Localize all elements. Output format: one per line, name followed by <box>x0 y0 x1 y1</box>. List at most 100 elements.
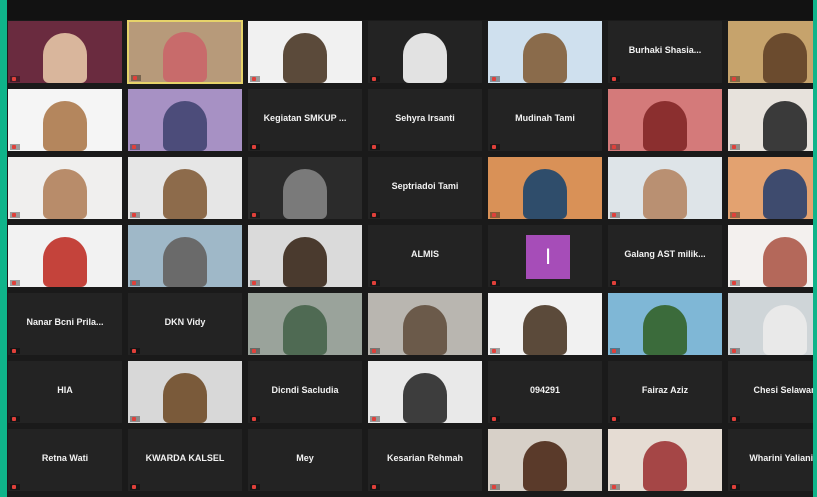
participant-label <box>370 348 380 354</box>
participant-name: KWARDA KALSEL <box>145 453 225 463</box>
mic-muted-icon <box>12 76 16 81</box>
participant-tile[interactable] <box>7 20 123 84</box>
participant-video <box>608 293 722 355</box>
participant-label <box>610 280 620 286</box>
participant-label <box>370 144 380 150</box>
participant-label <box>610 76 620 82</box>
participant-tile[interactable]: Fairaz Aziz <box>607 360 723 424</box>
mic-muted-icon <box>732 484 736 489</box>
participant-tile[interactable]: Kesarian Rehmah <box>367 428 483 492</box>
participant-label <box>250 280 260 286</box>
participant-tile[interactable]: Chesi Selawan <box>727 360 813 424</box>
participant-tile[interactable] <box>607 156 723 220</box>
mic-muted-icon <box>492 416 496 421</box>
participant-video <box>488 157 602 219</box>
participant-tile[interactable] <box>367 20 483 84</box>
participant-tile[interactable] <box>607 88 723 152</box>
participant-tile[interactable]: ALMIS <box>367 224 483 288</box>
participant-label <box>370 76 380 82</box>
mic-muted-icon <box>372 416 376 421</box>
participant-tile[interactable] <box>727 20 813 84</box>
participant-tile[interactable] <box>247 20 363 84</box>
person-silhouette <box>523 441 567 491</box>
mic-muted-icon <box>492 348 496 353</box>
participant-tile[interactable] <box>7 156 123 220</box>
mic-muted-icon <box>12 212 16 217</box>
person-silhouette <box>283 33 327 83</box>
mic-muted-icon <box>492 484 496 489</box>
participant-tile[interactable] <box>367 292 483 356</box>
person-silhouette <box>403 305 447 355</box>
participant-tile[interactable] <box>487 20 603 84</box>
mic-muted-icon <box>132 416 136 421</box>
participant-label <box>490 144 500 150</box>
participant-tile[interactable] <box>727 224 813 288</box>
participant-tile[interactable]: Retna Wati <box>7 428 123 492</box>
participant-tile[interactable] <box>487 156 603 220</box>
mic-muted-icon <box>612 76 616 81</box>
participant-tile[interactable] <box>7 224 123 288</box>
participant-tile[interactable] <box>127 88 243 152</box>
participant-tile[interactable] <box>247 224 363 288</box>
participant-tile[interactable]: KWARDA KALSEL <box>127 428 243 492</box>
participant-video <box>488 21 602 83</box>
participant-tile[interactable] <box>727 156 813 220</box>
person-silhouette <box>163 169 207 219</box>
participant-video <box>368 361 482 423</box>
participant-tile[interactable]: Galang AST milik... <box>607 224 723 288</box>
participant-tile[interactable]: I <box>487 224 603 288</box>
participant-tile[interactable]: Kegiatan SMKUP ... <box>247 88 363 152</box>
participant-label <box>730 416 740 422</box>
person-silhouette <box>163 373 207 423</box>
meeting-window: Burhaki Shasia... Kegiatan SMKUP ... Sehyr… <box>7 0 813 497</box>
mic-muted-icon <box>252 348 256 353</box>
participant-name: Kesarian Rehmah <box>386 453 464 463</box>
participant-label <box>490 212 500 218</box>
participant-tile[interactable]: Wharini Yaliani... <box>727 428 813 492</box>
participant-tile[interactable]: DKN Vidy <box>127 292 243 356</box>
participant-video <box>608 429 722 491</box>
participant-tile[interactable] <box>127 360 243 424</box>
participant-tile[interactable] <box>247 156 363 220</box>
mic-muted-icon <box>132 484 136 489</box>
participant-tile[interactable] <box>487 428 603 492</box>
participant-tile[interactable]: Burhaki Shasia... <box>607 20 723 84</box>
participant-name: Sehyra Irsanti <box>395 113 455 123</box>
mic-muted-icon <box>372 144 376 149</box>
mic-muted-icon <box>492 144 496 149</box>
participant-tile[interactable]: Mudinah Tami <box>487 88 603 152</box>
participant-tile[interactable]: Mey <box>247 428 363 492</box>
participant-tile[interactable] <box>727 88 813 152</box>
mic-muted-icon <box>252 280 256 285</box>
mic-muted-icon <box>372 348 376 353</box>
participant-label <box>10 416 20 422</box>
participant-video <box>728 89 813 151</box>
participant-video <box>128 225 242 287</box>
participant-tile[interactable]: Nanar Bcni Prila... <box>7 292 123 356</box>
participant-tile[interactable] <box>607 292 723 356</box>
participant-video <box>488 293 602 355</box>
participant-tile[interactable]: HIA <box>7 360 123 424</box>
participant-tile[interactable] <box>7 88 123 152</box>
participant-tile[interactable] <box>247 292 363 356</box>
mic-muted-icon <box>732 280 736 285</box>
participant-tile[interactable] <box>127 20 243 84</box>
participant-label <box>610 484 620 490</box>
participant-tile[interactable]: Dicndi Sacludia <box>247 360 363 424</box>
participant-tile[interactable]: Septriadoi Tami <box>367 156 483 220</box>
participant-tile[interactable] <box>607 428 723 492</box>
participant-tile[interactable]: Sehyra Irsanti <box>367 88 483 152</box>
participant-tile[interactable] <box>487 292 603 356</box>
participant-tile[interactable] <box>727 292 813 356</box>
mic-muted-icon <box>372 76 376 81</box>
participant-video <box>129 22 241 82</box>
participant-tile[interactable] <box>367 360 483 424</box>
participant-label <box>10 144 20 150</box>
mic-muted-icon <box>732 348 736 353</box>
participant-tile[interactable] <box>127 156 243 220</box>
participant-name: ALMIS <box>411 249 439 259</box>
participant-tile[interactable]: 094291 <box>487 360 603 424</box>
mic-muted-icon <box>612 484 616 489</box>
participant-tile[interactable] <box>127 224 243 288</box>
participant-video <box>248 21 362 83</box>
